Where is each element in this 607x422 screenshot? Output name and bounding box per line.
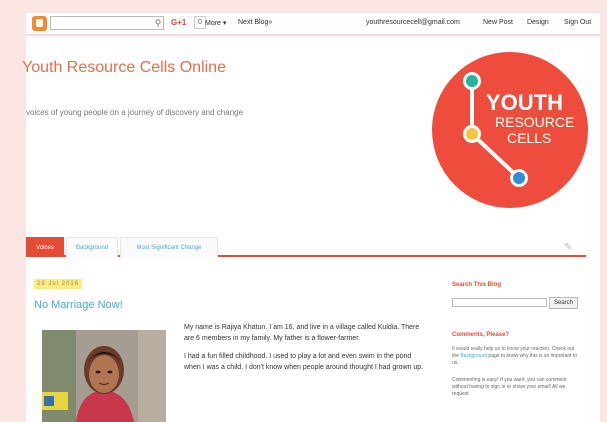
navbar-search-input[interactable] (50, 16, 164, 30)
post-photo[interactable] (42, 330, 166, 422)
design-link[interactable]: Design (527, 19, 549, 26)
background-link[interactable]: Background (460, 353, 487, 359)
blog-title[interactable]: Youth Resource Cells Online (22, 59, 226, 77)
youth-resource-cells-logo[interactable]: YOUTH RESOURCE CELLS (431, 50, 589, 210)
comments-widget-text: It would really help us to know your rea… (452, 346, 582, 367)
logo-line2: RESOURCE (495, 114, 574, 130)
blog-search-button[interactable]: Search (549, 297, 578, 309)
post-title[interactable]: No Marriage Now! (34, 299, 123, 311)
tab-background[interactable]: Background (66, 237, 118, 257)
comments-widget-title: Comments, Please? (452, 332, 510, 338)
search-icon[interactable]: ⚲ (152, 16, 164, 30)
more-menu[interactable]: More ▾ (205, 19, 226, 27)
next-blog-link[interactable]: Next Blog» (238, 19, 272, 26)
account-email[interactable]: youthresourcecell@gmail.com (366, 19, 460, 26)
sign-out-link[interactable]: Sign Out (564, 19, 591, 26)
post-paragraph: My name is Rajiya Khatun. I am 16, and l… (184, 324, 420, 342)
comments-widget-text-2: Commenting is easy! If you want, you can… (452, 377, 567, 397)
post-date: 29 Jul 2016 (34, 279, 83, 289)
tab-voices[interactable]: Voices (26, 237, 64, 257)
new-post-link[interactable]: New Post (483, 19, 513, 26)
google-plus-button[interactable]: G+1 (171, 18, 186, 27)
edit-wrench-icon[interactable]: ✎ (564, 242, 572, 253)
blogger-logo-icon[interactable] (32, 16, 47, 31)
tab-most-significant-change[interactable]: Most Significant Change (120, 237, 218, 257)
blog-search-input[interactable] (452, 298, 547, 307)
logo-line3: CELLS (507, 130, 551, 146)
blog-description: voices of young people on a journey of d… (26, 108, 244, 117)
post-body: My name is Rajiya Khatun. I am 16, and l… (184, 322, 424, 380)
page-tabs: Voices Background Most Significant Chang… (26, 237, 586, 257)
logo-line1: YOUTH (486, 90, 563, 115)
search-widget-title: Search This Blog (452, 282, 502, 288)
post-paragraph: I had a fun filled childhood. I used to … (184, 353, 424, 371)
blogger-navbar: ⚲ G+1 0 More ▾ Next Blog» youthresourcec… (26, 13, 600, 35)
